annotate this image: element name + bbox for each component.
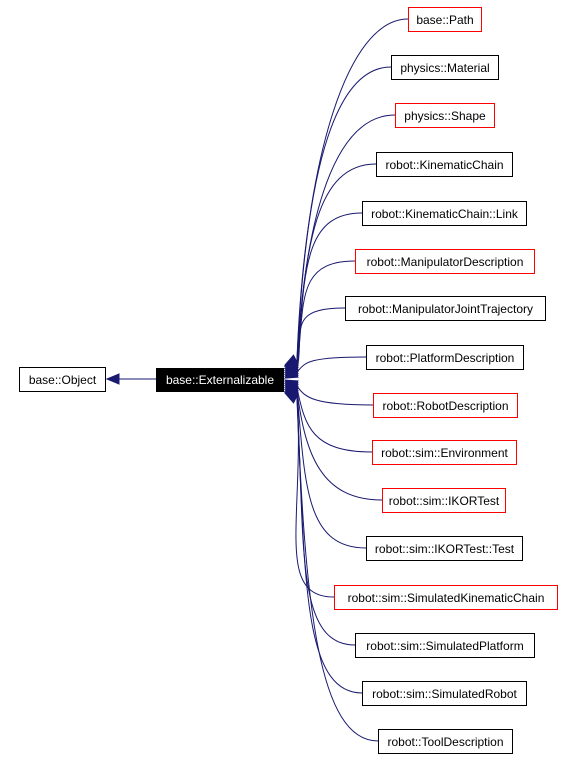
node-base-externalizable-current: base::Externalizable: [156, 368, 284, 392]
edge-robot-sim-ikortest: [296, 389, 383, 501]
node-robot-sim-ikortest[interactable]: robot::sim::IKORTest: [382, 488, 506, 513]
node-robot-manipulatordescription[interactable]: robot::ManipulatorDescription: [355, 249, 535, 274]
node-base-object[interactable]: base::Object: [19, 367, 106, 392]
node-robot-sim-simulatedrobot[interactable]: robot::sim::SimulatedRobot: [362, 681, 527, 706]
node-robot-manipulatorjointtrajectory[interactable]: robot::ManipulatorJointTrajectory: [345, 296, 546, 321]
node-robot-sim-simulatedkinematicchain[interactable]: robot::sim::SimulatedKinematicChain: [334, 585, 558, 610]
node-robot-kinematicchain[interactable]: robot::KinematicChain: [376, 152, 513, 177]
arrowhead-object: [105, 373, 120, 385]
edge-robot-sim-environment: [296, 387, 373, 453]
edge-robot-sim-ikortest-test: [296, 391, 367, 549]
node-robot-sim-simulatedplatform[interactable]: robot::sim::SimulatedPlatform: [355, 633, 535, 658]
node-robot-kinematicchain-link[interactable]: robot::KinematicChain::Link: [362, 201, 527, 226]
edge-robot-platformdescription: [296, 356, 367, 373]
node-robot-sim-environment[interactable]: robot::sim::Environment: [372, 440, 517, 465]
node-base-path[interactable]: base::Path: [408, 7, 482, 32]
node-robot-tooldescription[interactable]: robot::ToolDescription: [378, 729, 513, 754]
node-robot-robotdescription[interactable]: robot::RobotDescription: [373, 393, 518, 418]
node-physics-shape[interactable]: physics::Shape: [395, 103, 495, 128]
node-physics-material[interactable]: physics::Material: [391, 55, 499, 80]
edge-robot-robotdescription: [296, 385, 374, 406]
node-robot-sim-ikortest-test[interactable]: robot::sim::IKORTest::Test: [366, 536, 523, 561]
arrowhead-15: [283, 392, 299, 404]
edge-robot-manipulatorjointtrajectory: [296, 307, 346, 371]
edge-robot-sim-simulatedrobot: [296, 397, 363, 694]
node-robot-platformdescription[interactable]: robot::PlatformDescription: [366, 345, 524, 370]
inheritance-diagram: base::Object base::Externalizable base::…: [0, 0, 574, 758]
